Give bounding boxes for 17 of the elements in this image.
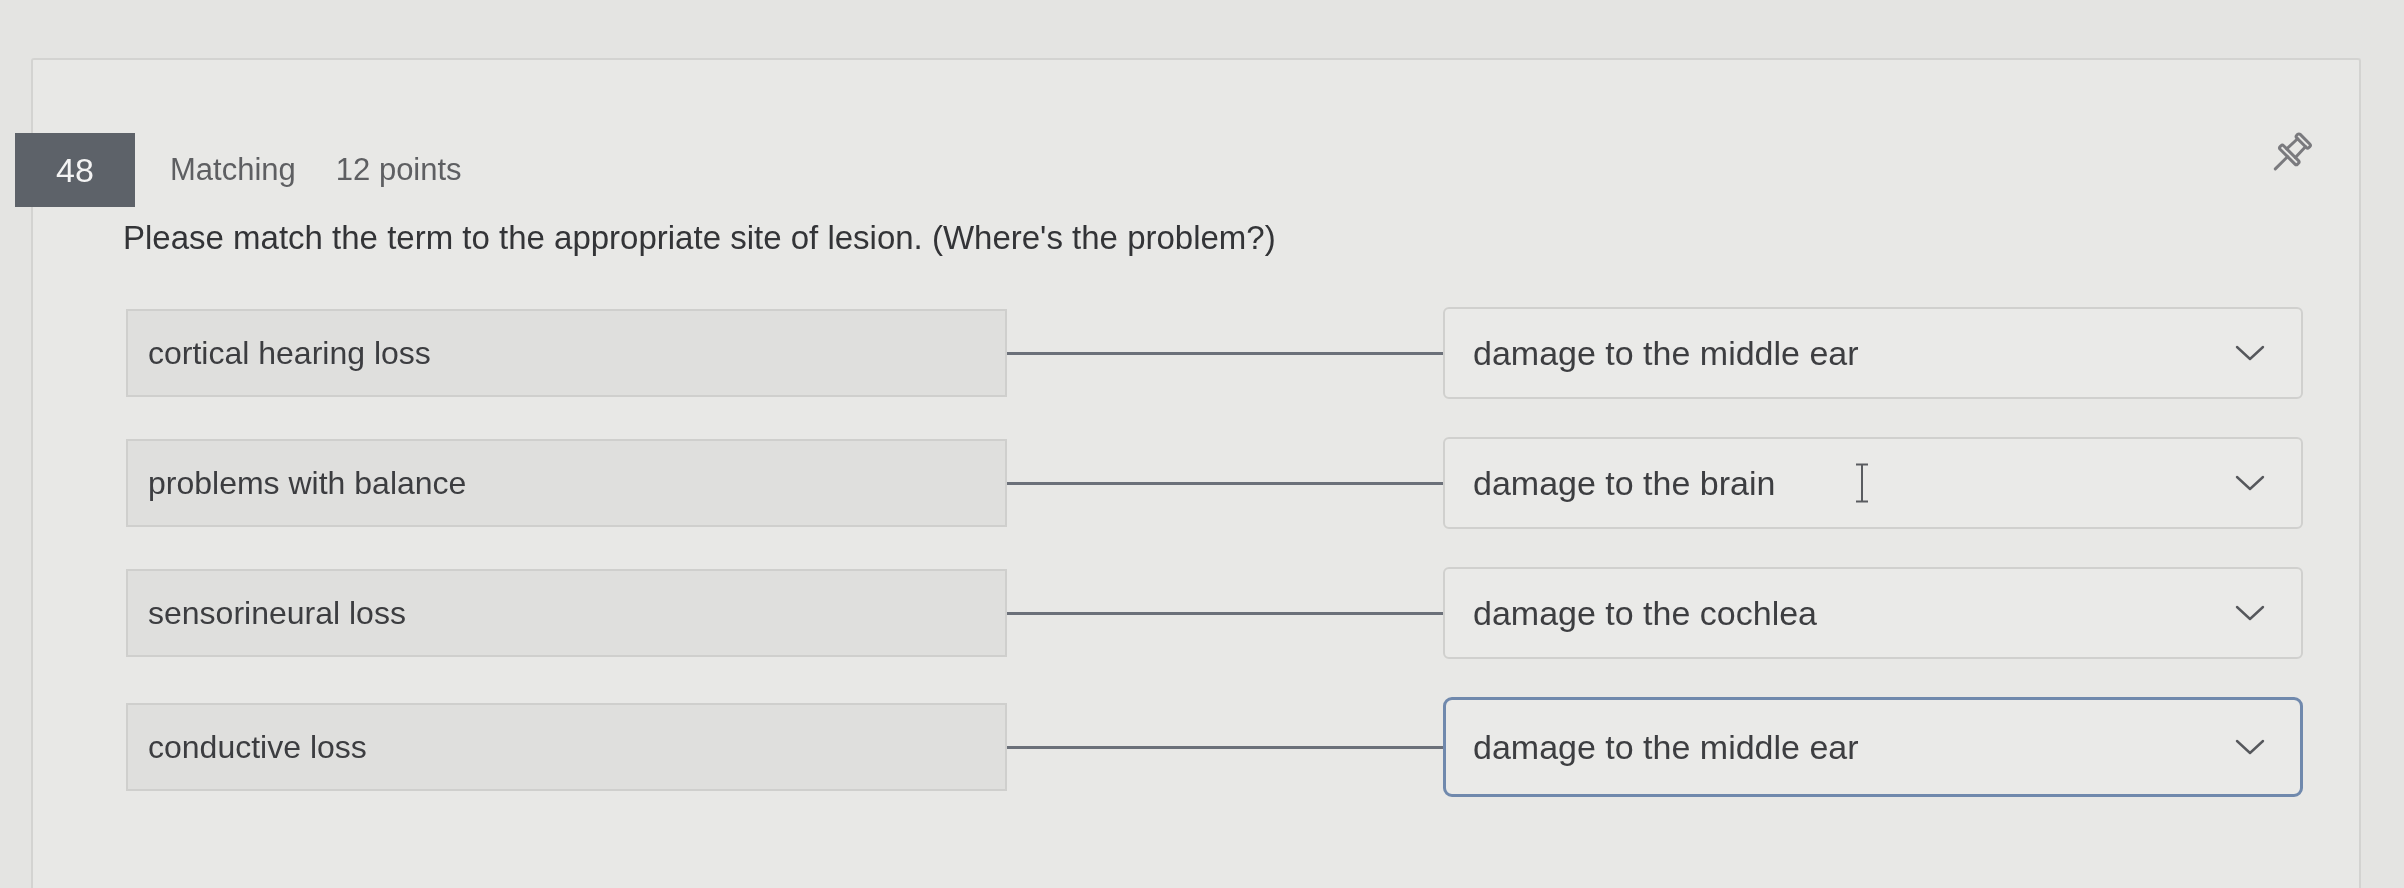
matching-term: sensorineural loss [126, 569, 1007, 657]
answer-dropdown[interactable]: damage to the middle ear [1443, 697, 2303, 797]
answer-dropdown[interactable]: damage to the cochlea [1443, 567, 2303, 659]
pushpin-icon[interactable] [2273, 129, 2313, 171]
chevron-down-icon [2235, 739, 2265, 755]
question-text: Please match the term to the appropriate site of lesion. (Where's the problem?) [123, 219, 1277, 257]
question-number: 48 [15, 133, 135, 207]
chevron-down-icon [2235, 345, 2265, 361]
matching-term: cortical hearing loss [126, 309, 1007, 397]
chevron-down-icon [2235, 605, 2265, 621]
question-points: 12 points [335, 152, 462, 188]
answer-dropdown[interactable]: damage to the brain [1443, 437, 2303, 529]
matching-term: conductive loss [126, 703, 1007, 791]
answer-dropdown[interactable]: damage to the middle ear [1443, 307, 2303, 399]
question-type: Matching [170, 152, 296, 188]
chevron-down-icon [2235, 475, 2265, 491]
matching-term: problems with balance [126, 439, 1007, 527]
